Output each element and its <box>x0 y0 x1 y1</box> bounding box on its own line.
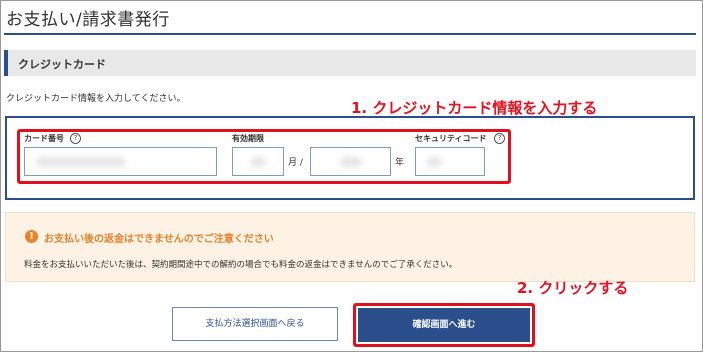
question-circle-icon[interactable]: ? <box>70 133 81 144</box>
expiry-year-input[interactable] <box>310 147 391 176</box>
redacted-value <box>426 157 442 167</box>
section-header: クレジットカード <box>4 50 696 76</box>
redacted-value <box>340 157 362 167</box>
back-button[interactable]: 支払方法選択画面へ戻る <box>172 307 338 341</box>
redacted-value <box>250 157 266 167</box>
warning-title: お支払い後の返金はできませんのでご注意ください <box>44 234 274 245</box>
instruction-text: クレジットカード情報を入力してください。 <box>6 94 186 104</box>
security-code-label: セキュリティコード <box>415 134 487 143</box>
expiry-label: 有効期限 <box>232 134 264 143</box>
year-unit: 年 <box>395 158 405 168</box>
next-button[interactable]: 確認画面へ進む <box>358 308 530 342</box>
month-unit: 月 / <box>288 158 303 168</box>
annotation-step2: 2. クリックする <box>517 279 629 297</box>
title-divider <box>4 33 696 35</box>
expiry-month-input[interactable] <box>232 147 284 176</box>
exclamation-circle-icon: ! <box>25 230 38 243</box>
card-number-input[interactable] <box>24 147 217 176</box>
card-number-label: カード番号 <box>24 134 64 143</box>
section-accent-bar <box>4 50 8 76</box>
page-title: お支払い/請求書発行 <box>6 10 170 30</box>
security-code-input[interactable] <box>415 147 485 176</box>
redacted-value <box>36 157 126 167</box>
warning-body: 料金をお支払いいただいた後は、契約期間途中での解約の場合でも料金の返金はできませ… <box>24 260 458 270</box>
annotation-step1: 1. クレジットカード情報を入力する <box>351 99 598 117</box>
question-circle-icon[interactable]: ? <box>494 133 505 144</box>
warning-box <box>5 212 695 282</box>
section-title: クレジットカード <box>18 58 106 71</box>
